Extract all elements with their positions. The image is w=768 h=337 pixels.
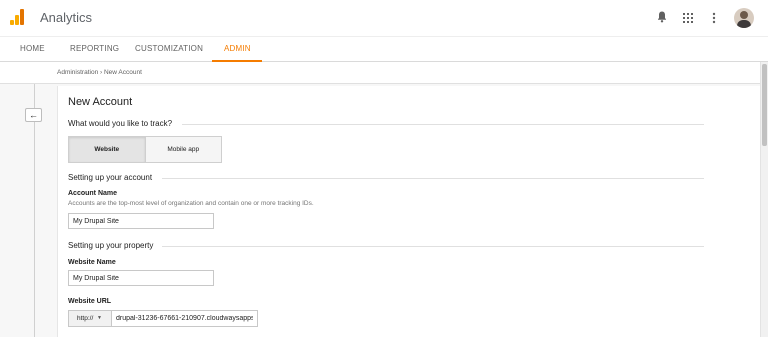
protocol-select[interactable]: http:// ▼ bbox=[68, 310, 112, 327]
apps-grid-icon[interactable] bbox=[682, 11, 694, 25]
tab-home[interactable]: Home bbox=[20, 37, 45, 62]
track-type-toggle: Website Mobile app bbox=[68, 136, 222, 163]
divider bbox=[162, 246, 704, 247]
property-section-title: Setting up your property bbox=[68, 241, 154, 250]
protocol-value: http:// bbox=[77, 315, 94, 322]
tab-customization[interactable]: Customization bbox=[135, 37, 203, 62]
main-nav: Home Reporting Customization Admin bbox=[0, 36, 768, 62]
chevron-down-icon: ▼ bbox=[97, 315, 102, 321]
tab-admin[interactable]: Admin bbox=[224, 37, 251, 62]
divider bbox=[162, 178, 704, 179]
back-arrow-icon[interactable]: ← bbox=[25, 108, 42, 122]
tab-reporting[interactable]: Reporting bbox=[70, 37, 119, 62]
top-app-bar: Analytics bbox=[0, 0, 768, 36]
website-url-input[interactable] bbox=[112, 310, 258, 327]
track-question: What would you like to track? bbox=[68, 119, 173, 128]
app-title: Analytics bbox=[40, 10, 93, 25]
website-url-label: Website URL bbox=[68, 298, 112, 305]
avatar[interactable] bbox=[734, 8, 754, 28]
divider bbox=[182, 124, 704, 125]
account-section-title: Setting up your account bbox=[68, 173, 153, 182]
website-name-input[interactable] bbox=[68, 270, 214, 286]
account-name-label: Account Name bbox=[68, 190, 118, 197]
breadcrumb[interactable]: Administration › New Account bbox=[57, 69, 142, 76]
breadcrumb-bar: Administration › New Account bbox=[0, 62, 760, 84]
mobile-app-option-button[interactable]: Mobile app bbox=[145, 137, 221, 162]
more-vert-icon[interactable] bbox=[708, 11, 720, 25]
account-name-input[interactable] bbox=[68, 213, 214, 229]
account-name-help: Accounts are the top-most level of organ… bbox=[68, 200, 314, 207]
scrollbar-thumb[interactable] bbox=[762, 64, 767, 146]
analytics-logo-icon bbox=[10, 9, 24, 25]
website-option-button[interactable]: Website bbox=[69, 137, 146, 162]
page-title: New Account bbox=[68, 96, 133, 108]
website-url-group: http:// ▼ bbox=[68, 310, 258, 327]
website-name-label: Website Name bbox=[68, 259, 116, 266]
bell-icon[interactable] bbox=[656, 11, 668, 25]
